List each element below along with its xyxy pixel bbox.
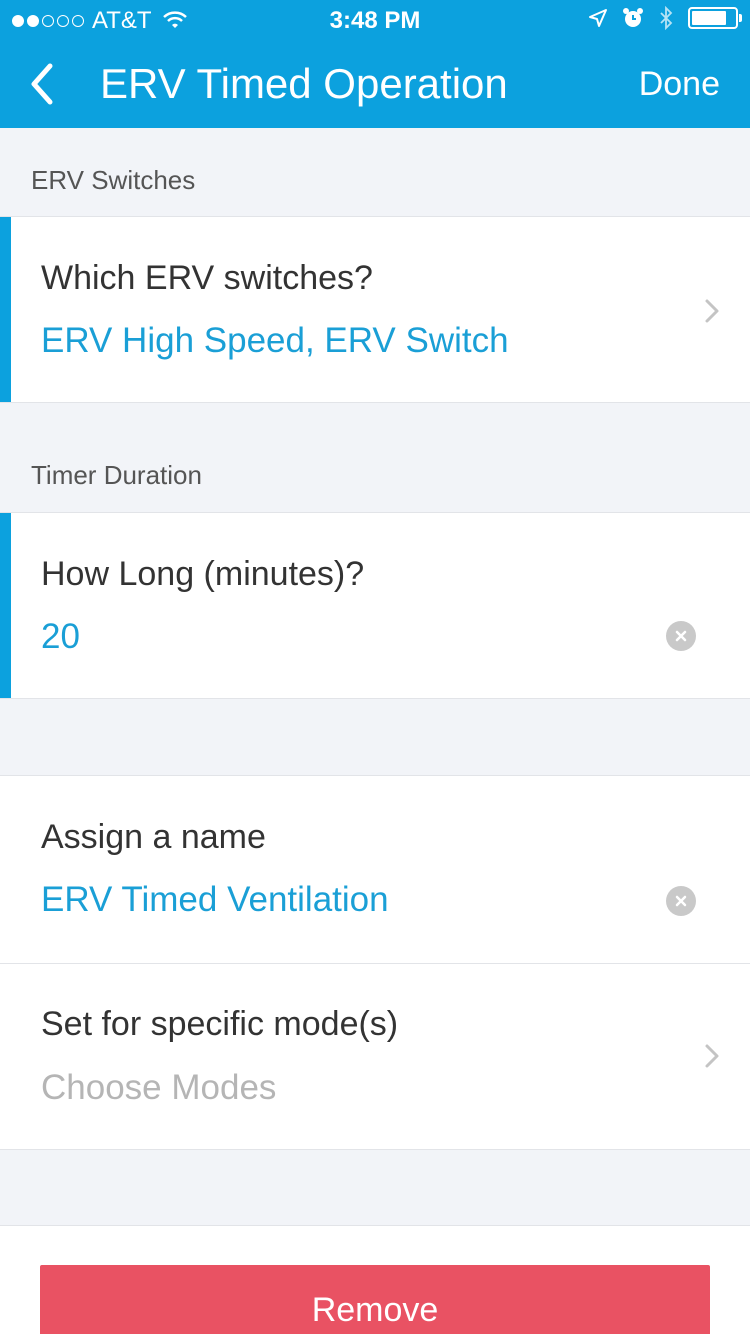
erv-switches-cell[interactable]: Which ERV switches? ERV High Speed, ERV …: [0, 216, 750, 403]
chevron-right-icon: [705, 299, 719, 323]
battery-icon: [688, 7, 742, 29]
clear-duration-button[interactable]: [666, 621, 696, 651]
navigation-bar: ERV Timed Operation Done: [0, 40, 750, 128]
remove-button[interactable]: Remove: [40, 1265, 710, 1334]
modes-placeholder: Choose Modes: [41, 1068, 277, 1107]
close-icon: [675, 630, 687, 642]
chevron-left-icon: [31, 63, 53, 105]
clear-name-button[interactable]: [666, 886, 696, 916]
chevron-right-icon: [705, 1044, 719, 1068]
done-button[interactable]: Done: [639, 64, 720, 104]
erv-switches-label: Which ERV switches?: [41, 259, 373, 297]
page-title: ERV Timed Operation: [100, 60, 508, 107]
back-button[interactable]: [22, 60, 62, 108]
status-right: [588, 6, 742, 30]
assign-name-label: Assign a name: [41, 818, 266, 856]
timer-duration-cell[interactable]: How Long (minutes)? 20: [0, 512, 750, 699]
name-modes-group: Assign a name ERV Timed Ventilation Set …: [0, 775, 750, 1150]
timer-duration-input[interactable]: 20: [41, 617, 80, 657]
modes-cell[interactable]: Set for specific mode(s) Choose Modes: [0, 964, 750, 1150]
section-header-erv-switches: ERV Switches: [31, 165, 196, 195]
modes-label: Set for specific mode(s): [41, 1005, 399, 1043]
bluetooth-icon: [660, 6, 673, 30]
section-header-timer-duration: Timer Duration: [31, 460, 202, 490]
top-bar: AT&T 3:48 PM ERV Timed Operation Done: [0, 0, 750, 128]
timer-duration-label: How Long (minutes)?: [41, 555, 365, 593]
location-arrow-icon: [589, 9, 607, 27]
assign-name-input[interactable]: ERV Timed Ventilation: [41, 880, 389, 920]
status-bar: AT&T 3:48 PM: [0, 0, 750, 40]
alarm-icon: [623, 8, 643, 27]
erv-switches-value: ERV High Speed, ERV Switch: [41, 321, 509, 360]
close-icon: [675, 895, 687, 907]
